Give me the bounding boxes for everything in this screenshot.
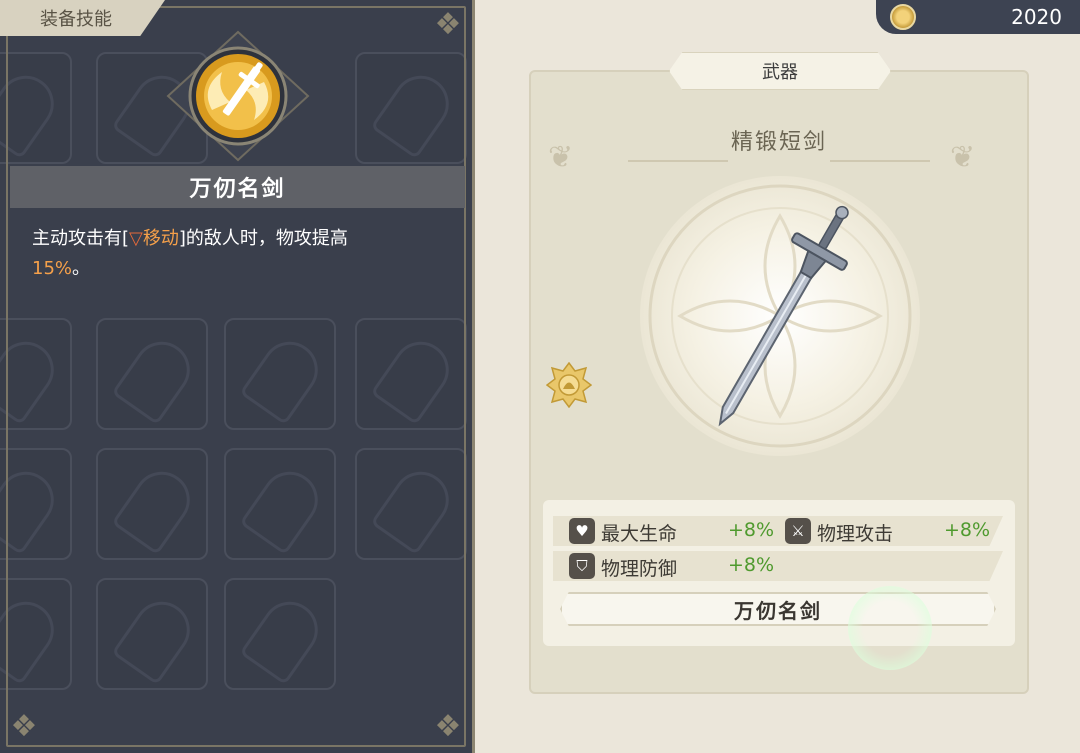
skill-description: 主动攻击有[▽移动]的敌人时，物攻提高 15%。: [32, 224, 442, 284]
equip-skill-panel: 装备技能 ❖ ❖ ❖ 万仞名剑 主动攻击有[▽移动]的敌人时，物攻提高 15%。: [0, 0, 475, 753]
background-tile: [355, 318, 467, 430]
stat-value: +8%: [728, 554, 775, 576]
triangle-down-icon: ▽: [129, 228, 143, 249]
rank-badge-icon: [546, 362, 592, 408]
stat-label: 最大生命: [601, 523, 678, 545]
background-tile: [355, 52, 467, 164]
corner-ornament-icon: ❖: [434, 708, 462, 744]
sword-icon: ⚔: [785, 518, 811, 544]
currency-display: 2020: [876, 0, 1080, 34]
desc-prefix: 主动攻击有[: [32, 228, 130, 249]
divider-line: [830, 160, 930, 162]
background-tile: [96, 578, 208, 690]
sword-swirl-icon: [166, 30, 310, 162]
background-tile: [224, 578, 336, 690]
background-tile: [0, 578, 72, 690]
desc-value: 15%: [32, 258, 73, 279]
shield-icon: ⛉: [569, 553, 595, 579]
background-tile: [0, 52, 72, 164]
background-tile: [224, 448, 336, 560]
background-tile: [96, 448, 208, 560]
flourish-icon: ❦: [548, 140, 574, 175]
stat-value: +8%: [944, 519, 991, 541]
divider-line: [628, 160, 728, 162]
heart-icon: ♥: [569, 518, 595, 544]
background-tile: [355, 448, 467, 560]
stat-label: 物理防御: [601, 558, 678, 580]
desc-tag: 移动: [142, 228, 179, 249]
desc-middle: ]的敌人时，物攻提高: [178, 228, 348, 249]
skill-title-bar: 万仞名剑: [10, 166, 465, 208]
stat-label: 物理攻击: [817, 523, 894, 545]
background-tile: [96, 318, 208, 430]
corner-ornament-icon: ❖: [434, 6, 462, 42]
panel-title: 装备技能: [40, 9, 112, 30]
background-tile: [224, 318, 336, 430]
background-tile: [0, 448, 72, 560]
skill-name: 万仞名剑: [189, 177, 286, 202]
skill-button-label: 万仞名剑: [734, 598, 822, 623]
corner-ornament-icon: ❖: [10, 708, 38, 744]
sword-icon: [718, 205, 849, 427]
item-name: 精锻短剑: [730, 130, 827, 155]
flourish-icon: ❦: [950, 140, 976, 175]
stat-value: +8%: [728, 519, 775, 541]
desc-suffix: 。: [72, 258, 91, 279]
background-tile: [0, 318, 72, 430]
currency-amount: 2020: [1011, 5, 1062, 29]
category-tab: 武器: [669, 52, 891, 90]
panel-title-tab: 装备技能: [0, 0, 165, 36]
coin-icon: [890, 4, 916, 30]
touch-ripple: [848, 586, 932, 670]
category-label: 武器: [762, 62, 798, 83]
